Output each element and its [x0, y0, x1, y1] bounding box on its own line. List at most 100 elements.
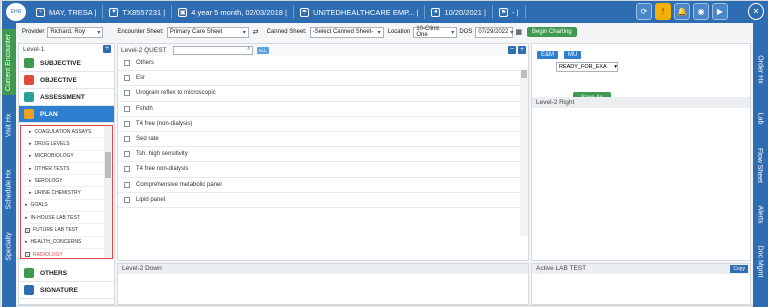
search-icon[interactable]: ⌕ [247, 46, 250, 53]
plan-item[interactable]: ▸ GOALS [21, 200, 112, 213]
tab-current-encounter[interactable]: Current Encounter [2, 29, 16, 95]
level1-panel: Level-1 + SUBJECTIVE OBJECTIVE ASSESSMENT P… [18, 43, 115, 305]
copy-button[interactable]: Copy [730, 265, 748, 273]
patient-age-text: 4 year 5 month, 02/03/2018 | [191, 7, 287, 17]
level1-header: Level-1 + [19, 44, 114, 55]
section-icon [24, 285, 34, 295]
soap-section-plan[interactable]: PLAN [19, 106, 114, 123]
begin-charting-button[interactable]: Begin Charting [526, 27, 577, 37]
soap-section-objective[interactable]: OBJECTIVE [19, 72, 114, 89]
dos-field[interactable]: 07/29/2022 [475, 26, 514, 38]
level2-header: Level-2 QUEST ⌕ ALL − + [118, 44, 528, 56]
checkbox[interactable] [124, 60, 130, 67]
play-icon[interactable]: ▶ [712, 3, 728, 20]
lab-icon[interactable]: ◉ [693, 3, 709, 20]
tab-flow-sheet[interactable]: Flow Sheet [753, 141, 767, 189]
plan-item[interactable]: ▸ DRUG LEVELS [21, 138, 112, 151]
quest-item[interactable]: Urogram reflex to microscopic [118, 86, 528, 102]
encounter-sheet-select[interactable]: Primary Care Sheet [166, 26, 249, 38]
quest-item[interactable]: Tsh. high sensitivity [118, 147, 528, 163]
scroll-thumb[interactable] [105, 152, 111, 178]
caret-right-icon[interactable]: ▸ [29, 166, 32, 172]
quest-item[interactable]: T4 free non-dialysis [118, 162, 528, 178]
tab-visit-hx[interactable]: Visit Hx [2, 105, 16, 145]
level2-panel: Level-2 QUEST ⌕ ALL − + Others Esr Urogram… [117, 43, 529, 261]
quest-item[interactable]: T4 free (non-dialysis) [118, 117, 528, 132]
add-icon[interactable]: + [103, 45, 111, 53]
caret-right-icon[interactable]: ▸ [29, 178, 32, 184]
caret-right-icon[interactable]: ▸ [25, 215, 28, 221]
plan-scrollbar[interactable] [104, 126, 112, 258]
location-select[interactable]: 10-Clinic One [413, 26, 458, 38]
section-icon [24, 75, 34, 85]
plan-item[interactable]: ▸ SEROLOGY [21, 175, 112, 188]
checkbox[interactable] [124, 136, 130, 143]
patient-name[interactable]: ♀ MAY, TRESA | [30, 5, 104, 19]
bell-icon[interactable]: 🔔 [674, 3, 690, 20]
soap-section-subjective[interactable]: SUBJECTIVE [19, 55, 114, 72]
quest-item-label: Fshdh [136, 105, 153, 112]
checkbox[interactable] [124, 105, 130, 112]
tab-lab[interactable]: Lab [753, 103, 767, 133]
checkbox[interactable] [124, 151, 130, 158]
provider-select[interactable]: Richard, Roy [47, 26, 104, 38]
patient-insurance[interactable]: ☂ UNITEDHEALTHCARE EMP... | [294, 5, 426, 19]
status-select[interactable]: READY_FOR_EXA ▾ [556, 62, 618, 72]
level2-search-input[interactable]: ⌕ [172, 45, 253, 55]
soap-section-others[interactable]: OTHERS [19, 265, 114, 282]
tab-alerts[interactable]: Alerts [753, 197, 767, 231]
plan-item[interactable]: ▸ COAGULATION ASSAYS [21, 126, 112, 139]
quest-item[interactable]: Comprehensive metabolic panel [118, 178, 528, 193]
quest-scrollbar[interactable] [520, 68, 528, 236]
expand-box-icon[interactable]: + [25, 227, 30, 233]
checkbox[interactable] [124, 120, 130, 127]
quest-item[interactable]: Sed rate [118, 132, 528, 148]
checkbox[interactable] [124, 90, 130, 97]
quest-item[interactable]: Lipid panel [118, 193, 528, 208]
refresh-icon[interactable]: ⟳ [636, 3, 652, 20]
checkbox[interactable] [124, 166, 130, 173]
scroll-thumb[interactable] [521, 70, 527, 78]
expand-box-icon[interactable]: + [25, 252, 30, 258]
checkbox[interactable] [124, 181, 130, 188]
tab-doc-mgmt[interactable]: Doc Mgmt [753, 237, 767, 285]
caret-right-icon[interactable]: ▸ [29, 141, 32, 147]
swap-icon[interactable]: ⇄ [253, 28, 259, 36]
tab-specialty[interactable]: Specialty [2, 221, 16, 271]
close-icon[interactable]: ✕ [748, 3, 764, 20]
collapse-icon[interactable]: − [508, 46, 516, 54]
all-badge[interactable]: ALL [256, 46, 269, 54]
plan-item[interactable]: ▸ URINE CHEMISTRY [21, 187, 112, 200]
caret-right-icon[interactable]: ▸ [29, 129, 32, 135]
tab-order-hx[interactable]: Order Hx [753, 49, 767, 89]
soap-section-signature[interactable]: SIGNATURE [19, 282, 114, 299]
patient-insurance-text: UNITEDHEALTHCARE EMP... | [312, 7, 419, 17]
soap-section-assessment[interactable]: ASSESSMENT [19, 89, 114, 106]
tab-schedule-hx[interactable]: Schedule Hx [2, 161, 16, 217]
warning-icon[interactable]: ! [655, 3, 671, 20]
extra-field-text: - | [512, 7, 519, 17]
caret-right-icon[interactable]: ▸ [29, 190, 32, 196]
mu-button[interactable]: MU [564, 51, 582, 59]
canned-sheet-select[interactable]: -Select Canned Sheet- [309, 26, 384, 38]
quest-item[interactable]: Others [118, 56, 528, 72]
plan-item[interactable]: ▸ HEALTH_CONCERNS [21, 237, 112, 249]
plan-item[interactable]: ▸ IN-HOUSE LAB TEST [21, 212, 112, 225]
patient-id: ♥ TX8557231 | [103, 5, 173, 19]
checkbox[interactable] [124, 196, 130, 203]
plan-item-label: SEROLOGY [34, 177, 63, 184]
caret-right-icon[interactable]: ▸ [25, 239, 28, 245]
checkbox[interactable] [124, 75, 130, 82]
caret-right-icon[interactable]: ▸ [25, 202, 28, 208]
plan-item[interactable]: ▸ OTHER TESTS [21, 163, 112, 176]
quest-item[interactable]: Fshdh [118, 102, 528, 117]
caret-right-icon[interactable]: ▸ [29, 153, 32, 159]
plan-item[interactable]: ▸ MICROBIOLOGY [21, 151, 112, 163]
plan-item[interactable]: + FUTURE LAB TEST [21, 224, 112, 237]
level1-title: Level-1 [23, 46, 45, 53]
calendar-icon[interactable]: ▦ [515, 28, 522, 36]
quest-item[interactable]: Esr [118, 71, 528, 87]
em-button[interactable]: E&M [537, 51, 559, 59]
add-icon[interactable]: + [518, 46, 526, 54]
plan-item[interactable]: + RADIOLOGY [21, 249, 112, 258]
